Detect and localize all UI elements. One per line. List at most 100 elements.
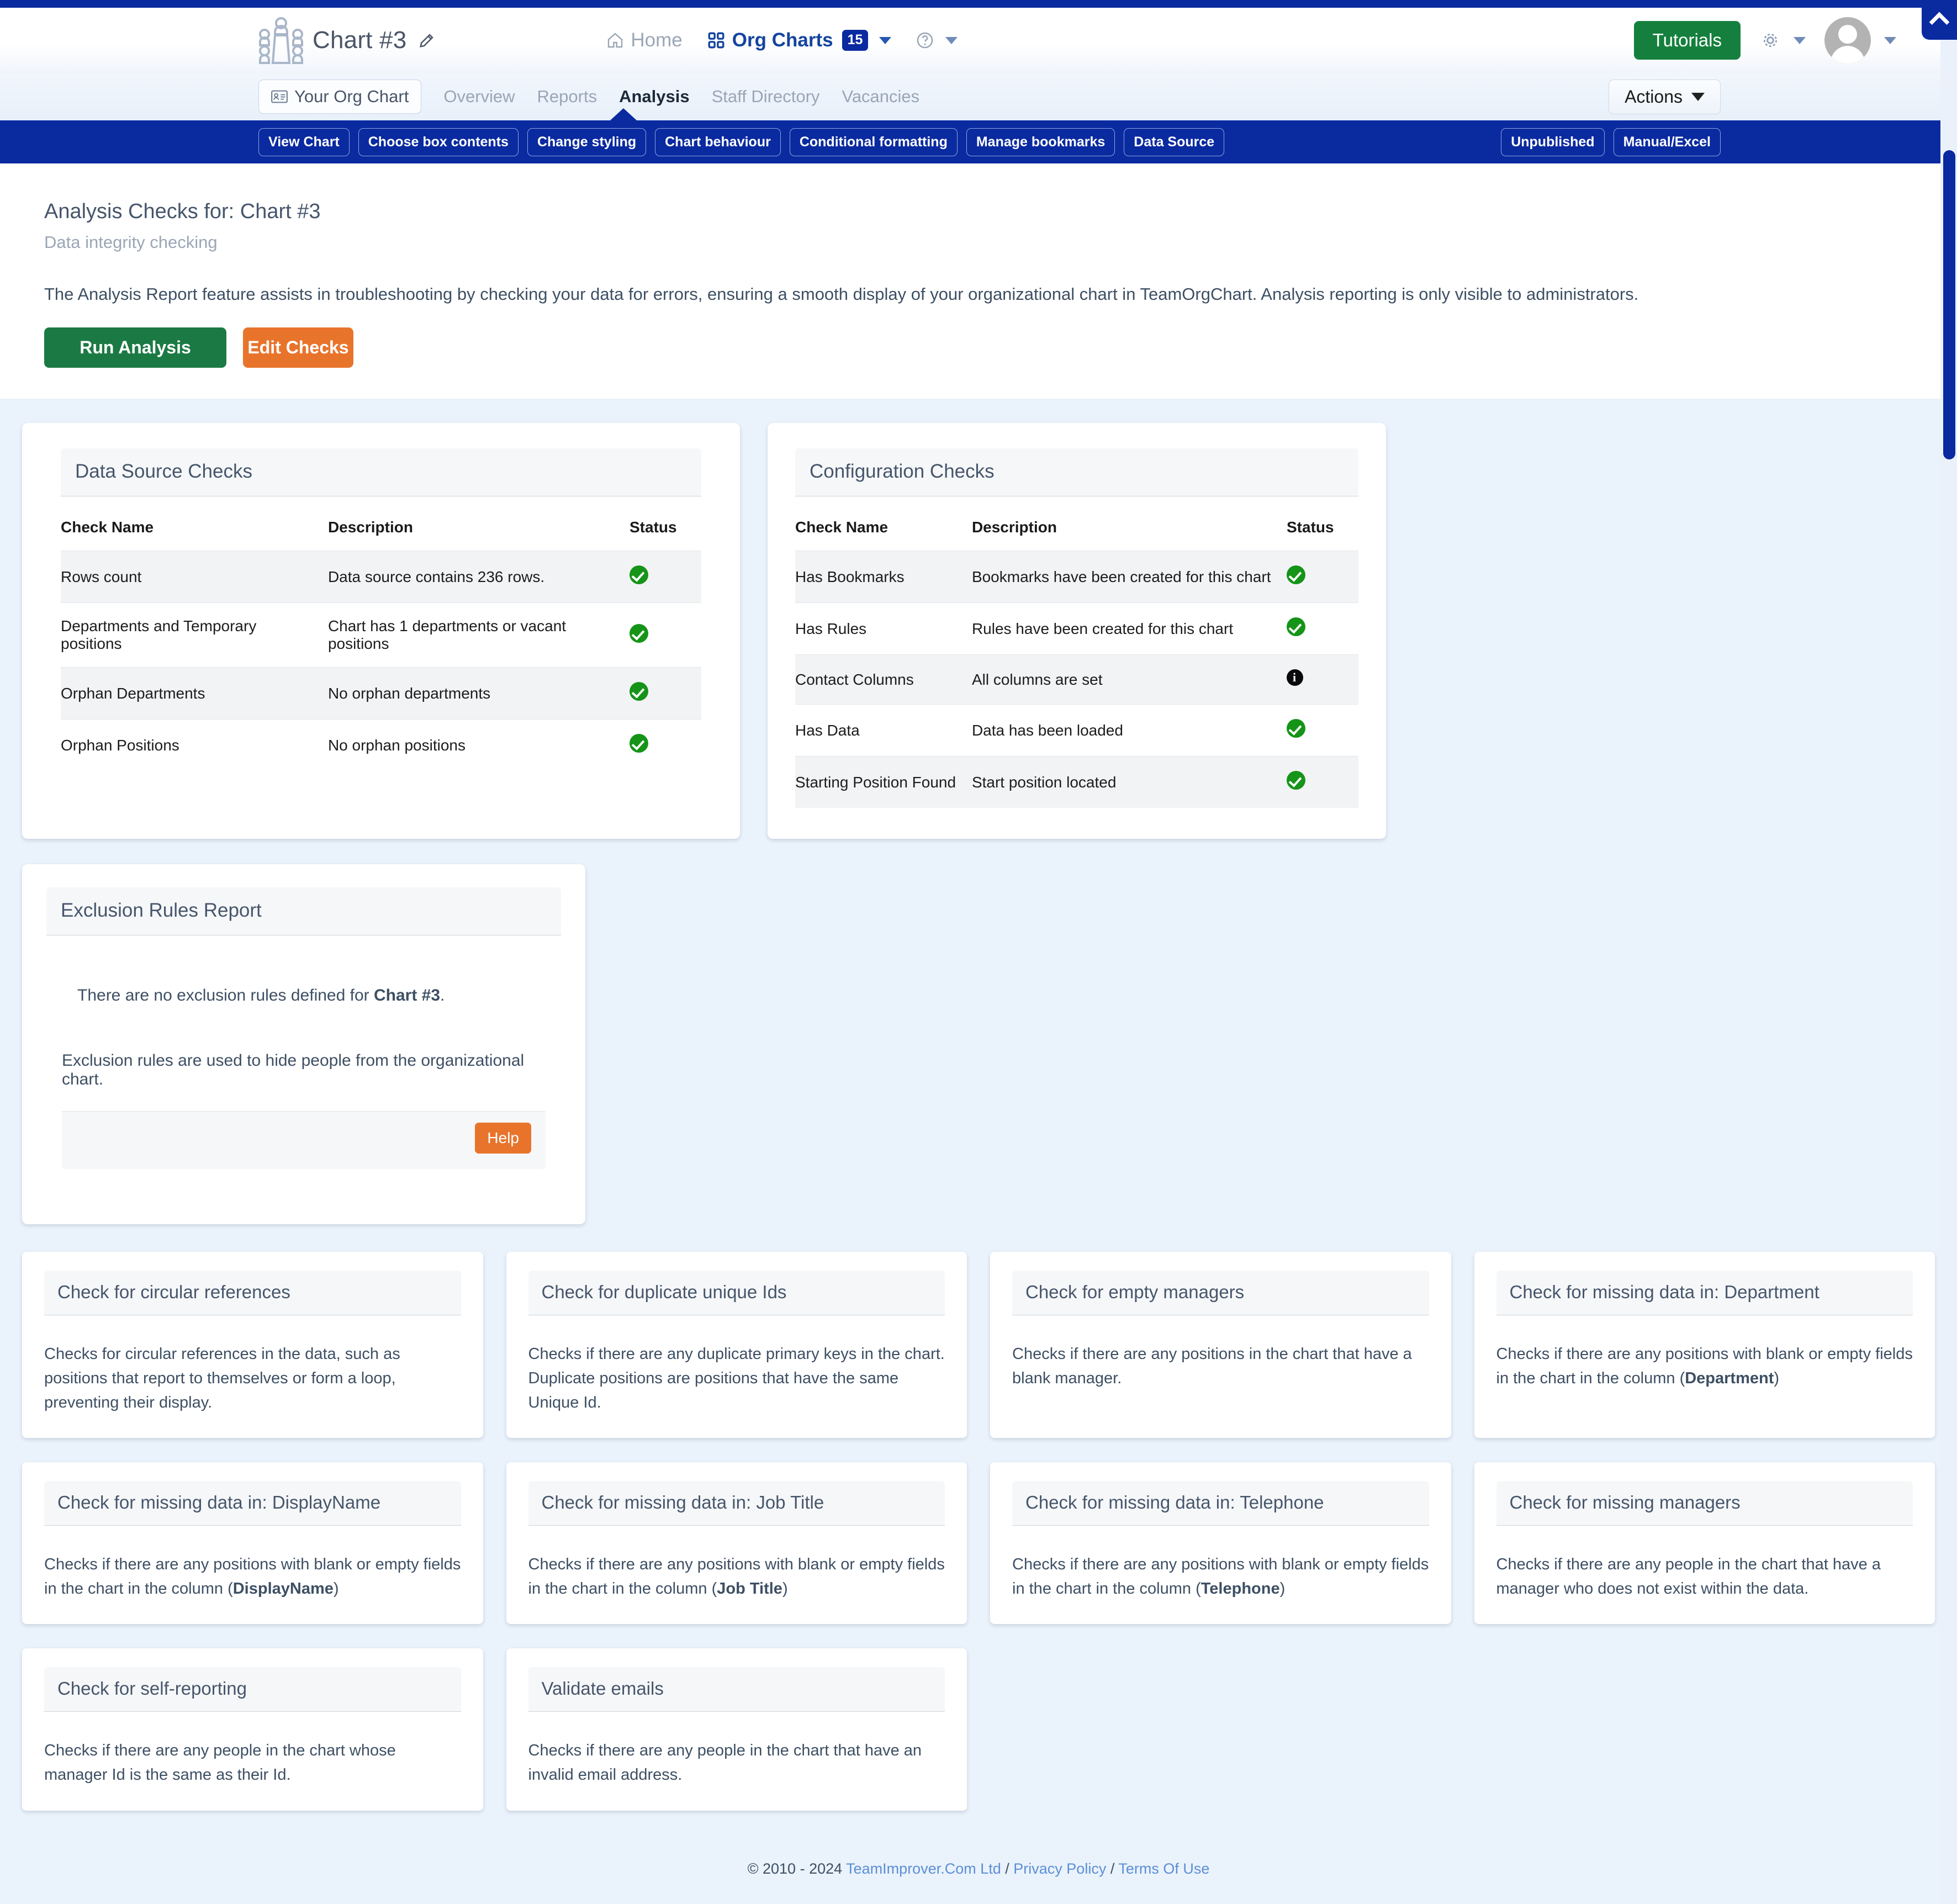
run-analysis-button[interactable]: Run Analysis (44, 327, 226, 368)
status-ok-icon (630, 565, 648, 584)
check-card-missing-telephone[interactable]: Check for missing data in: Telephone Che… (990, 1462, 1451, 1625)
status-badge (1287, 551, 1358, 603)
nav-help[interactable] (916, 31, 958, 50)
check-card-duplicate-unique-ids[interactable]: Check for duplicate unique Ids Checks if… (506, 1252, 967, 1438)
gear-icon (1763, 33, 1778, 47)
check-name-link[interactable]: Has Bookmarks (795, 551, 964, 603)
scroll-to-top-button[interactable] (1922, 0, 1957, 40)
col-check-name: Check Name (61, 519, 154, 536)
toolbar-chart-behaviour[interactable]: Chart behaviour (655, 128, 781, 156)
check-card-title: Validate emails (528, 1667, 945, 1712)
toolbar-conditional-formatting[interactable]: Conditional formatting (789, 128, 958, 156)
help-chevron-down-icon[interactable] (945, 36, 958, 44)
check-cards-grid: Check for circular references Checks for… (22, 1252, 1935, 1846)
toolbar-source-type[interactable]: Manual/Excel (1613, 128, 1721, 156)
check-card-title: Check for empty managers (1012, 1271, 1429, 1315)
nav-org-charts[interactable]: Org Charts 15 (707, 29, 892, 51)
col-description: Description (971, 519, 1057, 536)
toolbar-right-group: Unpublished Manual/Excel (1501, 128, 1721, 156)
check-name: Orphan Departments (61, 667, 320, 720)
exclusion-rules-help-text: Exclusion rules are used to hide people … (62, 1051, 525, 1088)
tab-list: Your Org Chart Overview Reports Analysis… (258, 80, 919, 114)
tutorials-button[interactable]: Tutorials (1633, 21, 1741, 60)
check-description: Bookmarks have been created for this cha… (964, 551, 1287, 603)
home-icon (608, 33, 623, 48)
check-desc-column: Job Title (717, 1580, 782, 1598)
toolbar-view-chart[interactable]: View Chart (258, 128, 350, 156)
page-scrollbar-thumb[interactable] (1943, 150, 1955, 459)
nav-org-charts-label: Org Charts (732, 29, 833, 51)
table-row: Has Rules Rules have been created for th… (795, 602, 1358, 655)
avatar (1824, 17, 1871, 64)
tab-staff-directory[interactable]: Staff Directory (712, 87, 820, 107)
exclusion-rules-title: Exclusion Rules Report (46, 887, 561, 935)
status-ok-icon (1287, 719, 1305, 738)
check-card-description: Checks if there are any positions with b… (1012, 1552, 1429, 1601)
chevron-up-icon (1929, 12, 1950, 33)
pencil-icon[interactable] (419, 32, 435, 49)
check-card-description: Checks if there are any positions with b… (44, 1552, 461, 1601)
tab-reports[interactable]: Reports (537, 87, 597, 107)
page-title: Chart #3 (313, 27, 407, 54)
check-card-description: Checks for circular references in the da… (44, 1345, 400, 1412)
check-description: No orphan positions (320, 719, 630, 771)
check-card-self-reporting[interactable]: Check for self-reporting Checks if there… (22, 1648, 483, 1811)
tab-vacancies[interactable]: Vacancies (842, 87, 919, 107)
app-header: Chart #3 Home Org Charts 15 Tutorials (0, 8, 1957, 73)
check-card-validate-emails[interactable]: Validate emails Checks if there are any … (506, 1648, 967, 1811)
col-status: Status (1287, 519, 1334, 536)
status-badge (630, 667, 701, 720)
table-header-row: Check Name Description Status (61, 519, 701, 551)
exclusion-rules-spacer (22, 1169, 585, 1200)
exclusion-rules-empty-message: There are no exclusion rules defined for… (62, 986, 546, 1005)
page-footer: © 2010 - 2024 TeamImprover.Com Ltd / Pri… (0, 1846, 1957, 1904)
check-description: All columns are set (964, 654, 1287, 705)
footer-sep-1: / (1001, 1860, 1014, 1877)
check-name-link[interactable]: Contact Columns (795, 654, 964, 705)
check-description: Start position located (964, 756, 1287, 808)
check-desc-suffix: ) (782, 1580, 788, 1598)
check-card-description: Checks if there are any people in the ch… (44, 1742, 396, 1784)
settings-chevron-down-icon[interactable] (1794, 36, 1806, 44)
status-ok-icon (1287, 771, 1305, 790)
footer-privacy-link[interactable]: Privacy Policy (1013, 1860, 1106, 1877)
user-menu[interactable] (1824, 17, 1896, 64)
check-card-description: Checks if there are any positions with b… (1496, 1342, 1913, 1390)
toolbar-manage-bookmarks[interactable]: Manage bookmarks (966, 128, 1115, 156)
toolbar-change-styling[interactable]: Change styling (527, 128, 647, 156)
check-name: Starting Position Found (795, 756, 964, 808)
table-row: Rows count Data source contains 236 rows… (61, 551, 701, 603)
check-description: Rules have been created for this chart (964, 602, 1287, 655)
exclusion-empty-chart-name: Chart #3 (373, 986, 441, 1004)
check-card-title: Check for duplicate unique Ids (528, 1271, 945, 1315)
footer-company-link[interactable]: TeamImprover.Com Ltd (846, 1860, 1001, 1877)
user-chevron-down-icon[interactable] (1884, 36, 1896, 44)
chevron-down-icon[interactable] (879, 36, 892, 44)
page-scrollbar-track[interactable] (1940, 40, 1957, 1904)
toolbar-unpublished-status[interactable]: Unpublished (1501, 128, 1605, 156)
status-badge (1287, 654, 1358, 705)
settings-menu[interactable] (1759, 29, 1806, 51)
tab-analysis[interactable]: Analysis (619, 87, 690, 107)
tab-overview[interactable]: Overview (443, 87, 515, 107)
question-circle-icon (917, 32, 933, 49)
check-card-missing-department[interactable]: Check for missing data in: Department Ch… (1474, 1252, 1935, 1438)
check-card-circular-references[interactable]: Check for circular references Checks for… (22, 1252, 483, 1438)
check-name-link[interactable]: Has Rules (795, 602, 964, 655)
data-source-checks-card: Data Source Checks Check Name Descriptio… (22, 423, 740, 839)
toolbar-choose-box-contents[interactable]: Choose box contents (358, 128, 519, 156)
edit-checks-button[interactable]: Edit Checks (243, 327, 353, 368)
toolbar-data-source[interactable]: Data Source (1124, 128, 1225, 156)
check-card-title: Check for circular references (44, 1271, 461, 1315)
actions-button[interactable]: Actions (1609, 79, 1721, 114)
check-card-missing-displayname[interactable]: Check for missing data in: DisplayName C… (22, 1462, 483, 1625)
footer-terms-link[interactable]: Terms Of Use (1118, 1860, 1209, 1877)
check-card-empty-managers[interactable]: Check for empty managers Checks if there… (990, 1252, 1451, 1438)
help-button[interactable]: Help (475, 1123, 531, 1154)
nav-home[interactable]: Home (606, 29, 683, 51)
check-card-title: Check for missing data in: Telephone (1012, 1481, 1429, 1526)
table-row: Orphan Departments No orphan departments (61, 667, 701, 720)
tab-your-org-chart[interactable]: Your Org Chart (258, 80, 422, 114)
check-card-missing-managers[interactable]: Check for missing managers Checks if the… (1474, 1462, 1935, 1625)
check-card-missing-job-title[interactable]: Check for missing data in: Job Title Che… (506, 1462, 967, 1625)
